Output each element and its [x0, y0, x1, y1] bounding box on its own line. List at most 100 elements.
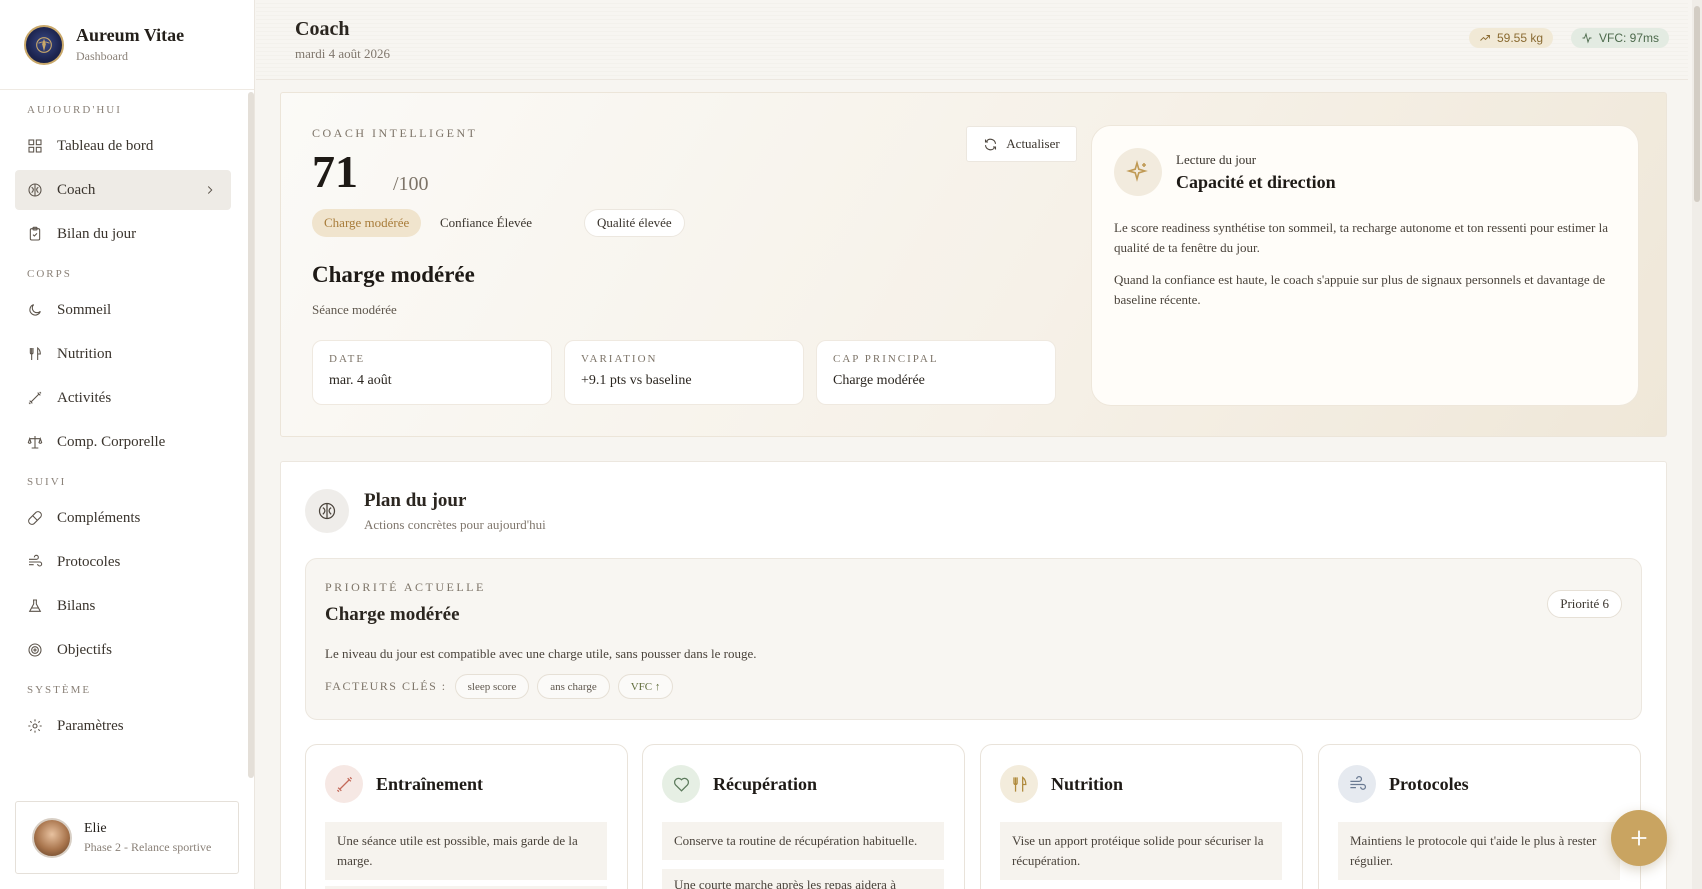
stat-value: Charge modérée: [833, 373, 925, 388]
sidebar-item-complements[interactable]: Compléments: [15, 498, 231, 538]
coach-hero-panel: COACH INTELLIGENT 71 /100 Actualiser Cha…: [280, 92, 1667, 437]
sidebar-item-label: Tableau de bord: [57, 137, 154, 154]
crest-icon: [36, 36, 52, 53]
vfc-badge[interactable]: VFC: 97ms: [1571, 28, 1670, 48]
page-title: Coach: [295, 18, 350, 40]
sidebar-nav: AUJOURD'HUI Tableau de bord Coach Bilan …: [0, 98, 245, 746]
sidebar-item-sommeil[interactable]: Sommeil: [15, 290, 231, 330]
page-scrollbar[interactable]: [1692, 0, 1702, 889]
scale-icon: [27, 436, 43, 449]
sidebar-item-label: Compléments: [57, 509, 141, 526]
sidebar-item-label: Bilan du jour: [57, 225, 137, 242]
scrollbar-thumb[interactable]: [1694, 6, 1700, 202]
gear-icon: [28, 719, 42, 733]
card-title: Entraînement: [376, 774, 483, 794]
weight-badge[interactable]: 59.55 kg: [1469, 28, 1554, 48]
plan-title: Plan du jour: [364, 490, 467, 511]
stat-cap-principal: CAP PRINCIPAL Charge modérée: [816, 340, 1056, 405]
daily-reading-card: Lecture du jour Capacité et direction Le…: [1091, 125, 1639, 406]
app-subtitle: Dashboard: [76, 49, 128, 63]
card-protocoles[interactable]: Protocoles Maintiens le protocole qui t'…: [1318, 744, 1641, 889]
sidebar-item-label: Protocoles: [57, 553, 121, 570]
sidebar-item-label: Coach: [57, 181, 96, 198]
priority-badge: Priorité 6: [1547, 590, 1622, 618]
charge-chip: Charge modérée: [312, 209, 422, 237]
chevron-right-icon: [207, 186, 213, 194]
stat-date: DATE mar. 4 août: [312, 340, 552, 405]
factor-tag: ans charge: [537, 674, 610, 699]
activity-icon: [1582, 32, 1592, 44]
stat-value: +9.1 pts vs baseline: [581, 373, 692, 388]
card-entrainement[interactable]: Entraînement Une séance utile est possib…: [305, 744, 628, 889]
sidebar-item-comp-corporelle[interactable]: Comp. Corporelle: [15, 422, 231, 462]
card-text-secondary: Une courte marche après les repas aidera…: [662, 869, 944, 889]
utensils-icon: [1000, 765, 1038, 803]
stat-key: VARIATION: [581, 353, 658, 365]
trend-up-icon: [1480, 35, 1490, 41]
section-title: CORPS: [27, 268, 72, 280]
wind-icon: [29, 554, 43, 567]
add-button[interactable]: [1611, 810, 1667, 866]
card-nutrition[interactable]: Nutrition Vise un apport protéique solid…: [980, 744, 1303, 889]
sidebar-item-label: Bilans: [57, 597, 96, 614]
card-title: Protocoles: [1389, 774, 1469, 794]
moon-icon: [29, 304, 41, 316]
sidebar-item-label: Nutrition: [57, 345, 112, 362]
brand[interactable]: Aureum Vitae Dashboard: [0, 0, 254, 90]
card-text: Maintiens le protocole qui t'aide le plu…: [1338, 822, 1620, 880]
vfc-value: VFC: 97ms: [1599, 31, 1660, 45]
refresh-label: Actualiser: [1006, 136, 1060, 151]
reading-paragraph: Le score readiness synthétise ton sommei…: [1114, 220, 1608, 255]
wind-icon: [1338, 765, 1376, 803]
dumbbell-icon: [28, 391, 42, 405]
coach-label: COACH INTELLIGENT: [312, 126, 478, 140]
avatar: [32, 817, 72, 858]
sparkles-icon: [1114, 148, 1162, 196]
factor-tag: VFC ↑: [617, 674, 674, 699]
sidebar-item-activites[interactable]: Activités: [15, 378, 231, 418]
sidebar-item-objectifs[interactable]: Objectifs: [15, 630, 231, 670]
reading-paragraph: Quand la confiance est haute, le coach s…: [1114, 272, 1606, 307]
sidebar-scrollbar[interactable]: [248, 92, 254, 778]
reading-kicker: Lecture du jour: [1176, 152, 1257, 167]
sidebar-item-nutrition[interactable]: Nutrition: [15, 334, 231, 374]
sidebar-item-bilan-du-jour[interactable]: Bilan du jour: [15, 214, 231, 254]
sidebar-item-bilans[interactable]: Bilans: [15, 586, 231, 626]
brain-icon: [305, 489, 349, 533]
sidebar-item-label: Activités: [57, 389, 112, 406]
page-date: mardi 4 août 2026: [295, 46, 390, 61]
refresh-button[interactable]: Actualiser: [966, 126, 1077, 162]
weight-value: 59.55 kg: [1497, 31, 1544, 45]
plus-icon: [1631, 830, 1647, 846]
topbar: Coach mardi 4 août 2026 59.55 kg VFC: 97…: [256, 0, 1688, 80]
hero-subtitle: Séance modérée: [312, 302, 397, 317]
key-factors-label: FACTEURS CLÉS :: [325, 679, 447, 693]
card-title: Récupération: [713, 774, 817, 794]
sidebar: Aureum Vitae Dashboard AUJOURD'HUI Table…: [0, 0, 255, 889]
current-priority-card: PRIORITÉ ACTUELLE Charge modérée Le nive…: [305, 558, 1642, 720]
utensils-icon: [29, 346, 41, 360]
user-card[interactable]: Elie Phase 2 - Relance sportive: [15, 801, 239, 874]
app-logo: [24, 24, 64, 65]
card-title: Nutrition: [1051, 774, 1123, 794]
sidebar-item-protocoles[interactable]: Protocoles: [15, 542, 231, 582]
sidebar-item-coach[interactable]: Coach: [15, 170, 231, 210]
target-icon: [28, 643, 42, 657]
daily-plan-panel: Plan du jour Actions concrètes pour aujo…: [280, 461, 1667, 889]
sidebar-item-parametres[interactable]: Paramètres: [15, 706, 231, 746]
refresh-icon: [985, 138, 997, 150]
user-name: Elie: [84, 820, 107, 836]
reading-title: Capacité et direction: [1176, 172, 1336, 192]
hero-heading: Charge modérée: [312, 262, 475, 287]
clipboard-icon: [29, 226, 41, 241]
dumbbell-icon: [325, 765, 363, 803]
sidebar-item-tableau-de-bord[interactable]: Tableau de bord: [15, 126, 231, 166]
sidebar-item-label: Sommeil: [57, 301, 112, 318]
app-title: Aureum Vitae: [76, 25, 185, 45]
sidebar-item-label: Paramètres: [57, 717, 124, 734]
quality-chip: Qualité élevée: [584, 209, 685, 237]
card-text: Une séance utile est possible, mais gard…: [325, 822, 607, 880]
card-recuperation[interactable]: Récupération Conserve ta routine de récu…: [642, 744, 965, 889]
pill-icon: [28, 511, 42, 525]
heart-icon: [662, 765, 700, 803]
